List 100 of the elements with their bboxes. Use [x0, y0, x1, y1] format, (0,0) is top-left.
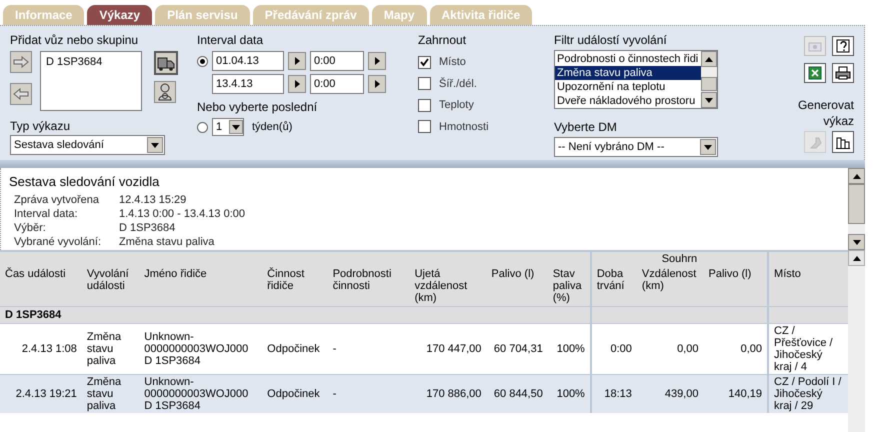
- group-header: D 1SP3684: [0, 306, 591, 324]
- table-cell: Odpočinek: [262, 324, 328, 374]
- column-header: Doba trvání: [590, 266, 637, 306]
- checkbox[interactable]: [418, 77, 431, 90]
- table-cell: Odpočinek: [262, 374, 328, 413]
- table-cell: Unknown-0000000003WOJ000 D 1SP3684: [139, 374, 262, 413]
- list-item[interactable]: Podrobnosti o činnostech řidi: [555, 52, 701, 66]
- count-select[interactable]: 1: [212, 118, 244, 136]
- vehicle-list[interactable]: D 1SP3684: [40, 51, 142, 111]
- scrollbar[interactable]: [848, 250, 865, 432]
- driver-icon: [157, 83, 173, 101]
- table-cell: 0:00: [590, 324, 637, 374]
- table-cell: Změna stavu paliva: [82, 324, 140, 374]
- table-cell: 60 844,50: [486, 374, 548, 413]
- play-icon: [374, 80, 380, 88]
- section-label: Typ výkazu: [10, 118, 72, 135]
- section-label: Přidat vůz nebo skupinu: [10, 32, 140, 49]
- remove-button[interactable]: [10, 83, 32, 105]
- checkbox[interactable]: [418, 56, 431, 69]
- list-item[interactable]: Dveře nákladového prostoru: [555, 94, 701, 108]
- left-arrow-icon: [13, 88, 29, 100]
- info-label: Zpráva vytvořena: [14, 192, 100, 206]
- list-item[interactable]: Upozornění na teplotu: [555, 80, 701, 94]
- chart-button[interactable]: [832, 131, 854, 153]
- tab[interactable]: Výkazy: [87, 5, 152, 25]
- camera-icon: [808, 40, 822, 52]
- section-label: Nebo vyberte poslední: [197, 99, 318, 116]
- picker-button[interactable]: [368, 52, 386, 70]
- print-button[interactable]: [832, 63, 854, 83]
- table-cell: CZ / Podolí I / Jihočeský kraj / 29: [768, 374, 848, 413]
- column-header: Stav paliva (%): [548, 266, 591, 306]
- play-icon: [294, 80, 300, 88]
- table-cell: 100%: [548, 324, 591, 374]
- driver-button[interactable]: [154, 81, 176, 103]
- checkbox-label: Místo: [439, 55, 466, 70]
- scroll-up-icon: [852, 174, 860, 178]
- caret-down-icon: [232, 124, 240, 130]
- bar-chart-icon: [836, 135, 850, 149]
- truck-icon: [157, 55, 175, 71]
- table-cell: 2.4.13 1:08: [0, 324, 82, 374]
- add-button[interactable]: [10, 51, 32, 73]
- checkbox[interactable]: [418, 98, 431, 112]
- printer-icon: [835, 66, 851, 80]
- checkbox[interactable]: [418, 120, 431, 134]
- info-value: Změna stavu paliva: [119, 234, 216, 248]
- list-item[interactable]: Změna stavu paliva: [555, 66, 701, 80]
- help-icon: [836, 39, 850, 53]
- table-cell: -: [328, 374, 410, 413]
- right-arrow-icon: [13, 56, 29, 68]
- date-field[interactable]: 13.4.13: [212, 74, 284, 94]
- table-cell: 100%: [548, 374, 591, 413]
- table-cell: 439,00: [636, 374, 704, 413]
- scrollbar[interactable]: [848, 168, 865, 250]
- table-cell: 60 704,31: [486, 324, 548, 374]
- info-label: Vybrané vyvolání:: [14, 234, 102, 248]
- select-value: 1: [216, 120, 222, 135]
- table-cell: 0,00: [703, 324, 768, 374]
- scroll-up-icon: [852, 256, 860, 260]
- list-item[interactable]: D 1SP3684: [46, 54, 136, 70]
- info-value: D 1SP3684: [119, 220, 176, 234]
- dm-select[interactable]: -- Není vybráno DM --: [554, 137, 718, 157]
- table-cell: -: [328, 324, 410, 374]
- curved-arrow-icon: [808, 135, 822, 149]
- table-cell: Unknown-0000000003WOJ000 D 1SP3684: [139, 324, 262, 374]
- picker-button[interactable]: [368, 75, 386, 93]
- info-label: Interval data:: [14, 206, 79, 220]
- info-value: 12.4.13 15:29: [119, 192, 188, 206]
- column-header: Čas události: [0, 266, 82, 306]
- play-icon: [294, 57, 300, 65]
- column-header: Palivo (l): [486, 266, 548, 306]
- play-icon: [374, 57, 380, 65]
- radio-button[interactable]: [197, 122, 208, 132]
- scroll-down-icon: [705, 98, 713, 102]
- picker-button[interactable]: [288, 52, 306, 70]
- report-title: Sestava sledování vozidla: [9, 173, 160, 191]
- report-type-select[interactable]: Sestava sledování: [10, 135, 165, 155]
- section-label: Generovat výkaz: [796, 97, 854, 129]
- date-field[interactable]: 01.04.13: [212, 51, 284, 71]
- unit-label: týden(ů): [252, 120, 292, 135]
- time-field[interactable]: 0:00: [310, 51, 364, 71]
- table-cell: 140,19: [703, 374, 768, 413]
- column-header: Vzdálenost (km): [636, 266, 704, 306]
- event-list[interactable]: Podrobnosti o činnostech řidi Změna stavu paliva Upozornění na teplotu Dveře nákladového prostoru: [554, 50, 718, 109]
- section-label: Vyberte DM: [554, 119, 618, 136]
- table-cell: 170 447,00: [410, 324, 486, 374]
- checkbox-label: Teploty: [439, 98, 474, 113]
- table-cell: 170 886,00: [410, 374, 486, 413]
- scroll-down-icon: [852, 240, 860, 244]
- column-header: Podrobnosti činnosti: [328, 266, 410, 306]
- vehicle-button[interactable]: [154, 51, 178, 75]
- time-field[interactable]: 0:00: [310, 74, 364, 94]
- help-button[interactable]: [832, 36, 854, 56]
- excel-button[interactable]: [804, 63, 826, 83]
- radio-button[interactable]: [197, 56, 208, 66]
- picker-button[interactable]: [288, 75, 306, 93]
- scrollbar[interactable]: [701, 51, 717, 108]
- section-label: Zahrnout: [418, 32, 468, 49]
- section-label: Interval data: [197, 32, 264, 49]
- scroll-up-icon: [705, 56, 713, 62]
- select-value: -- Není vybráno DM --: [558, 140, 664, 155]
